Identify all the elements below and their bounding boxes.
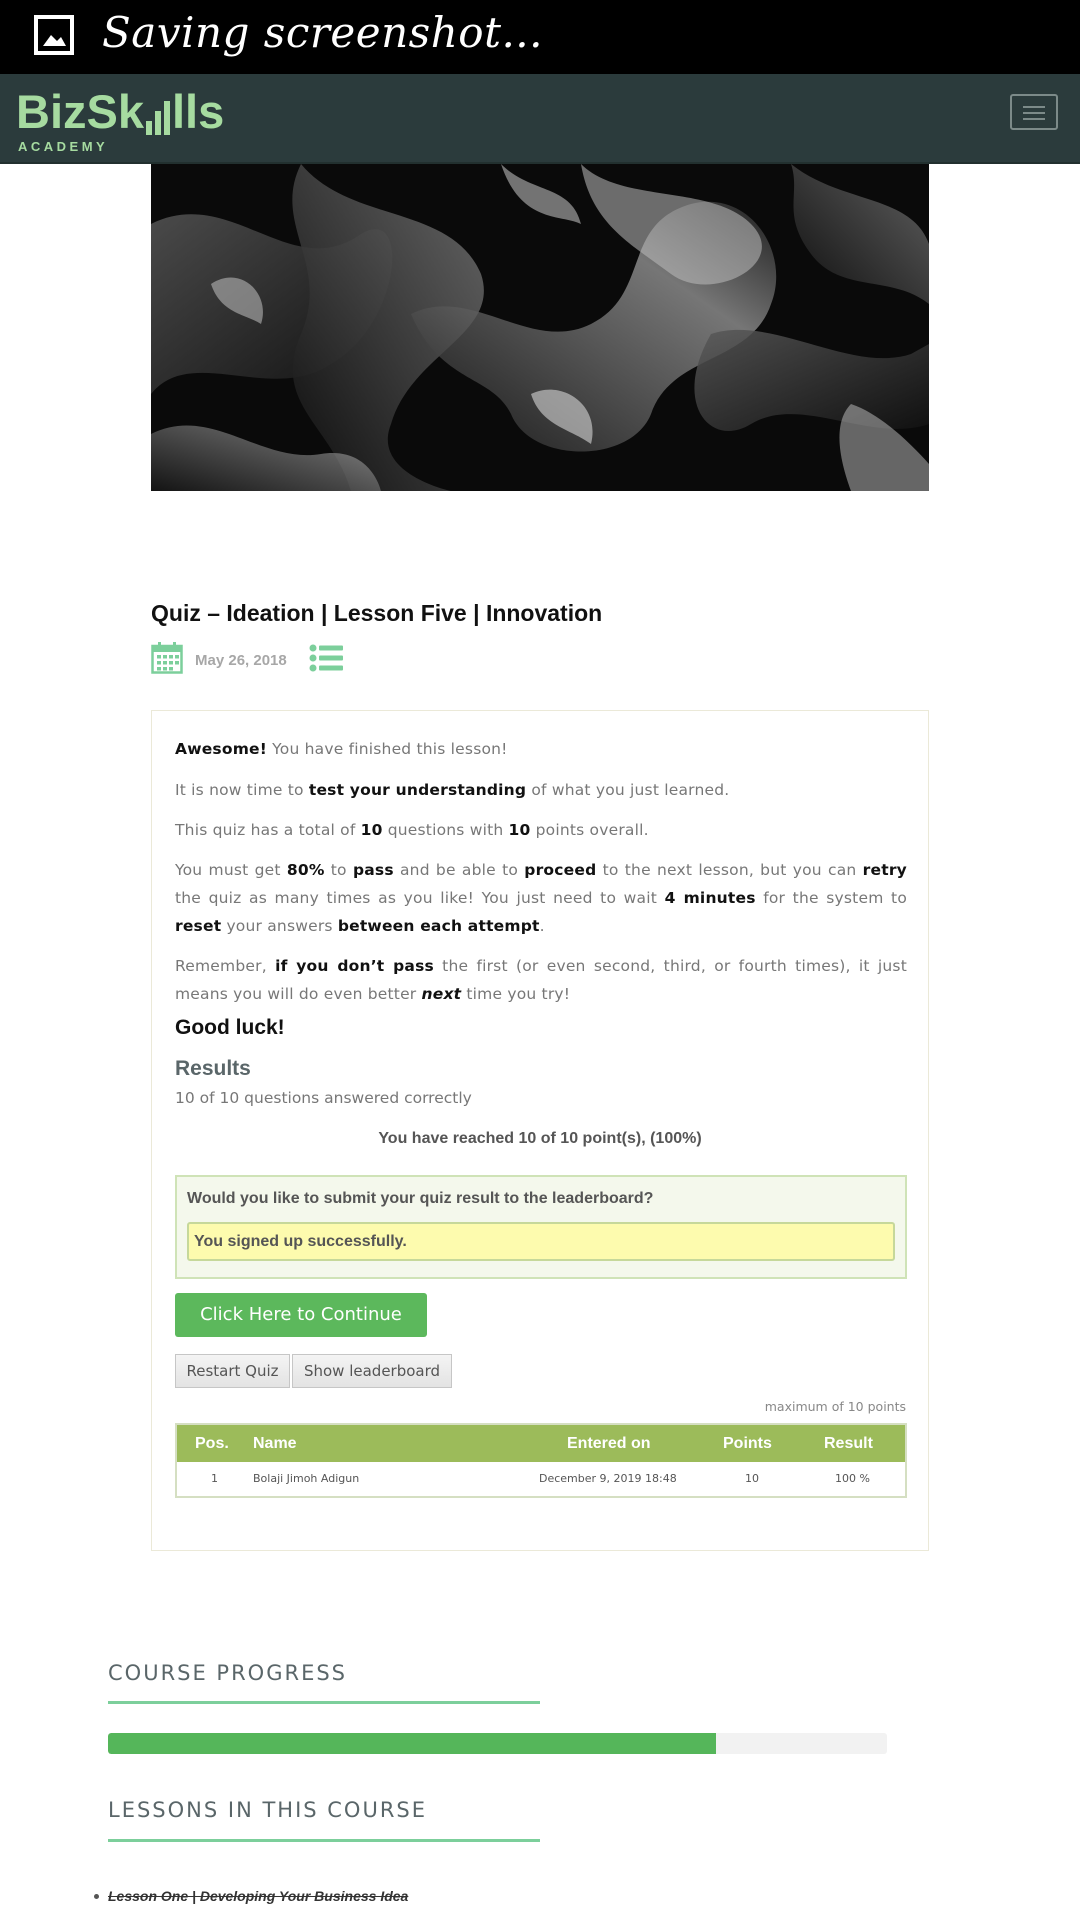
row-name: Bolaji Jimoh Adigun <box>253 1472 360 1485</box>
emphasis: Awesome! <box>175 740 268 758</box>
calendar-icon <box>151 642 183 678</box>
emphasis: 80% <box>286 861 325 879</box>
status-bar: Saving screenshot... <box>0 0 1080 74</box>
text: . <box>539 917 545 935</box>
points-reached: You have reached 10 of 10 point(s), (100… <box>378 1130 702 1147</box>
row-pos: 1 <box>211 1472 218 1485</box>
status-text: Saving screenshot... <box>102 8 543 57</box>
text: time you try! <box>461 985 571 1003</box>
image-icon <box>34 15 74 55</box>
text: questions with <box>382 821 509 839</box>
course-progress-bar <box>108 1733 887 1754</box>
col-name: Name <box>253 1435 297 1452</box>
emphasis: 10 <box>508 821 531 839</box>
list-icon[interactable] <box>309 643 343 677</box>
row-entered-on: December 9, 2019 18:48 <box>539 1472 677 1485</box>
quiz-total-text: This quiz has a total of 10 questions wi… <box>175 816 907 844</box>
leaderboard-prompt: Would you like to submit your quiz resul… <box>187 1190 654 1207</box>
logo-text-end: lls <box>172 85 225 138</box>
row-result: 100 % <box>835 1472 870 1485</box>
emphasis: retry <box>862 861 907 879</box>
emphasis: if you don’t pass <box>275 957 434 975</box>
post-date: May 26, 2018 <box>195 651 287 669</box>
emphasis: proceed <box>524 861 597 879</box>
col-pos: Pos. <box>195 1435 229 1452</box>
quiz-understanding-text: It is now time to test your understandin… <box>175 776 907 804</box>
emphasis: pass <box>352 861 394 879</box>
text: points overall. <box>530 821 649 839</box>
col-result: Result <box>824 1435 873 1452</box>
restart-quiz-button[interactable]: Restart Quiz <box>175 1354 290 1388</box>
text: You have finished this lesson! <box>267 740 508 758</box>
leaderboard-submit-box: Would you like to submit your quiz resul… <box>175 1175 907 1279</box>
heading-underline <box>108 1701 540 1704</box>
site-logo[interactable]: BizSk lls ACADEMY <box>16 88 224 154</box>
course-progress-fill <box>108 1733 716 1754</box>
show-leaderboard-button[interactable]: Show leaderboard <box>292 1354 452 1388</box>
leaderboard-table: Pos. Name Entered on Points Result 1 Bol… <box>175 1423 907 1498</box>
emphasis: between each attempt <box>337 917 540 935</box>
hamburger-menu-icon[interactable] <box>1010 94 1058 130</box>
lessons-heading: LESSONS IN THIS COURSE <box>108 1798 428 1822</box>
text: It is now time to <box>175 781 309 799</box>
bullet <box>94 1894 99 1899</box>
text: Remember, <box>175 957 276 975</box>
page-title: Quiz – Ideation | Lesson Five | Innovati… <box>151 600 603 626</box>
col-entered-on: Entered on <box>567 1435 651 1452</box>
text: to the next lesson, but you can <box>596 861 863 879</box>
text: You must get <box>175 861 287 879</box>
site-header: BizSk lls ACADEMY <box>0 74 1080 164</box>
text: the quiz as many times as you like! You … <box>175 889 665 907</box>
text: of what you just learned. <box>526 781 730 799</box>
continue-button[interactable]: Click Here to Continue <box>175 1293 427 1337</box>
row-points: 10 <box>745 1472 759 1485</box>
logo-subtitle: ACADEMY <box>18 139 109 154</box>
signup-success-message: You signed up successfully. <box>187 1222 895 1261</box>
emphasis: test your understanding <box>308 781 527 799</box>
post-meta: May 26, 2018 <box>151 642 343 678</box>
quiz-panel: Awesome! You have finished this lesson! … <box>151 710 929 1551</box>
emphasis: 4 minutes <box>664 889 756 907</box>
text: to <box>324 861 353 879</box>
text: This quiz has a total of <box>175 821 361 839</box>
good-luck-heading: Good luck! <box>175 1016 285 1039</box>
emphasis: 10 <box>360 821 383 839</box>
quiz-encouragement-text: Remember, if you don’t pass the first (o… <box>175 952 907 1008</box>
quiz-intro-text: Awesome! You have finished this lesson! <box>175 735 907 763</box>
emphasis: next <box>421 985 462 1003</box>
quiz-rules-text: You must get 80% to pass and be able to … <box>175 856 907 940</box>
featured-image <box>151 164 929 491</box>
logo-wordmark: BizSk lls <box>16 88 224 135</box>
text: your answers <box>221 917 338 935</box>
emphasis: reset <box>175 917 222 935</box>
logo-bars-icon <box>146 95 170 135</box>
lesson-link[interactable]: Lesson One | Developing Your Business Id… <box>108 1888 408 1904</box>
results-heading: Results <box>175 1057 251 1080</box>
text: and be able to <box>393 861 525 879</box>
table-row: 1 Bolaji Jimoh Adigun December 9, 2019 1… <box>177 1462 905 1496</box>
logo-text-start: BizSk <box>16 85 144 138</box>
table-header: Pos. Name Entered on Points Result <box>177 1425 905 1462</box>
col-points: Points <box>723 1435 772 1452</box>
course-progress-heading: COURSE PROGRESS <box>108 1661 348 1685</box>
results-summary: 10 of 10 questions answered correctly <box>175 1089 472 1107</box>
max-points-note: maximum of 10 points <box>764 1399 906 1414</box>
text: for the system to <box>755 889 907 907</box>
heading-underline <box>108 1839 540 1842</box>
